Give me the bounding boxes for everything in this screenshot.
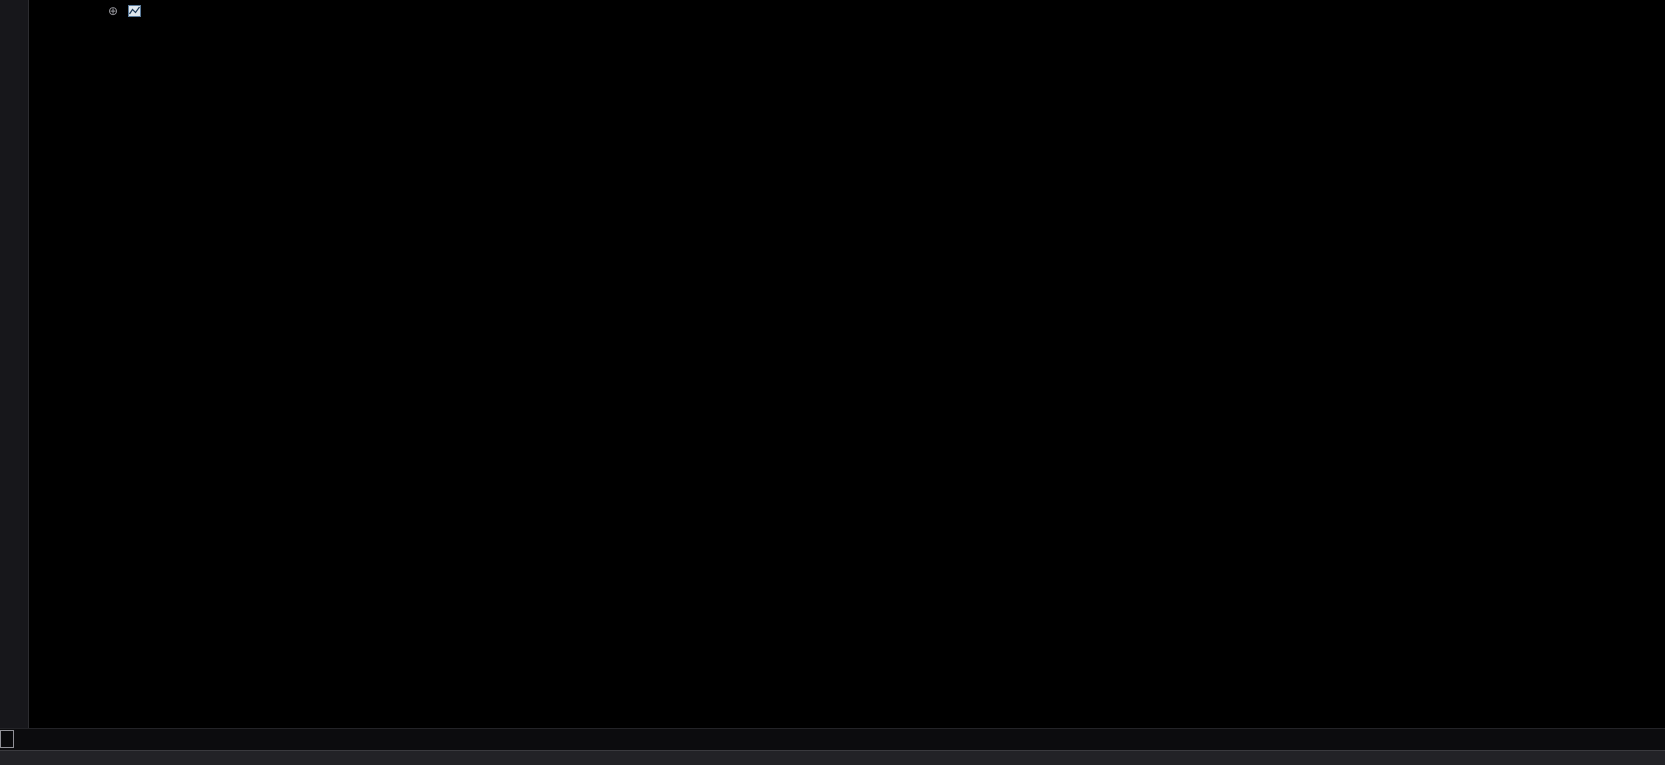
kline-indicator-icon [128,5,141,17]
chart-type-sidebar [0,0,29,750]
trading-chart-app: ⊕ [0,0,1665,765]
indicator-toolbar [0,750,1665,765]
chart-canvas[interactable] [0,0,1665,765]
circle-plus-icon[interactable]: ⊕ [108,4,118,18]
date-axis-bar [0,728,1665,751]
chart-header: ⊕ [88,3,161,19]
date-tooltip [0,730,14,748]
